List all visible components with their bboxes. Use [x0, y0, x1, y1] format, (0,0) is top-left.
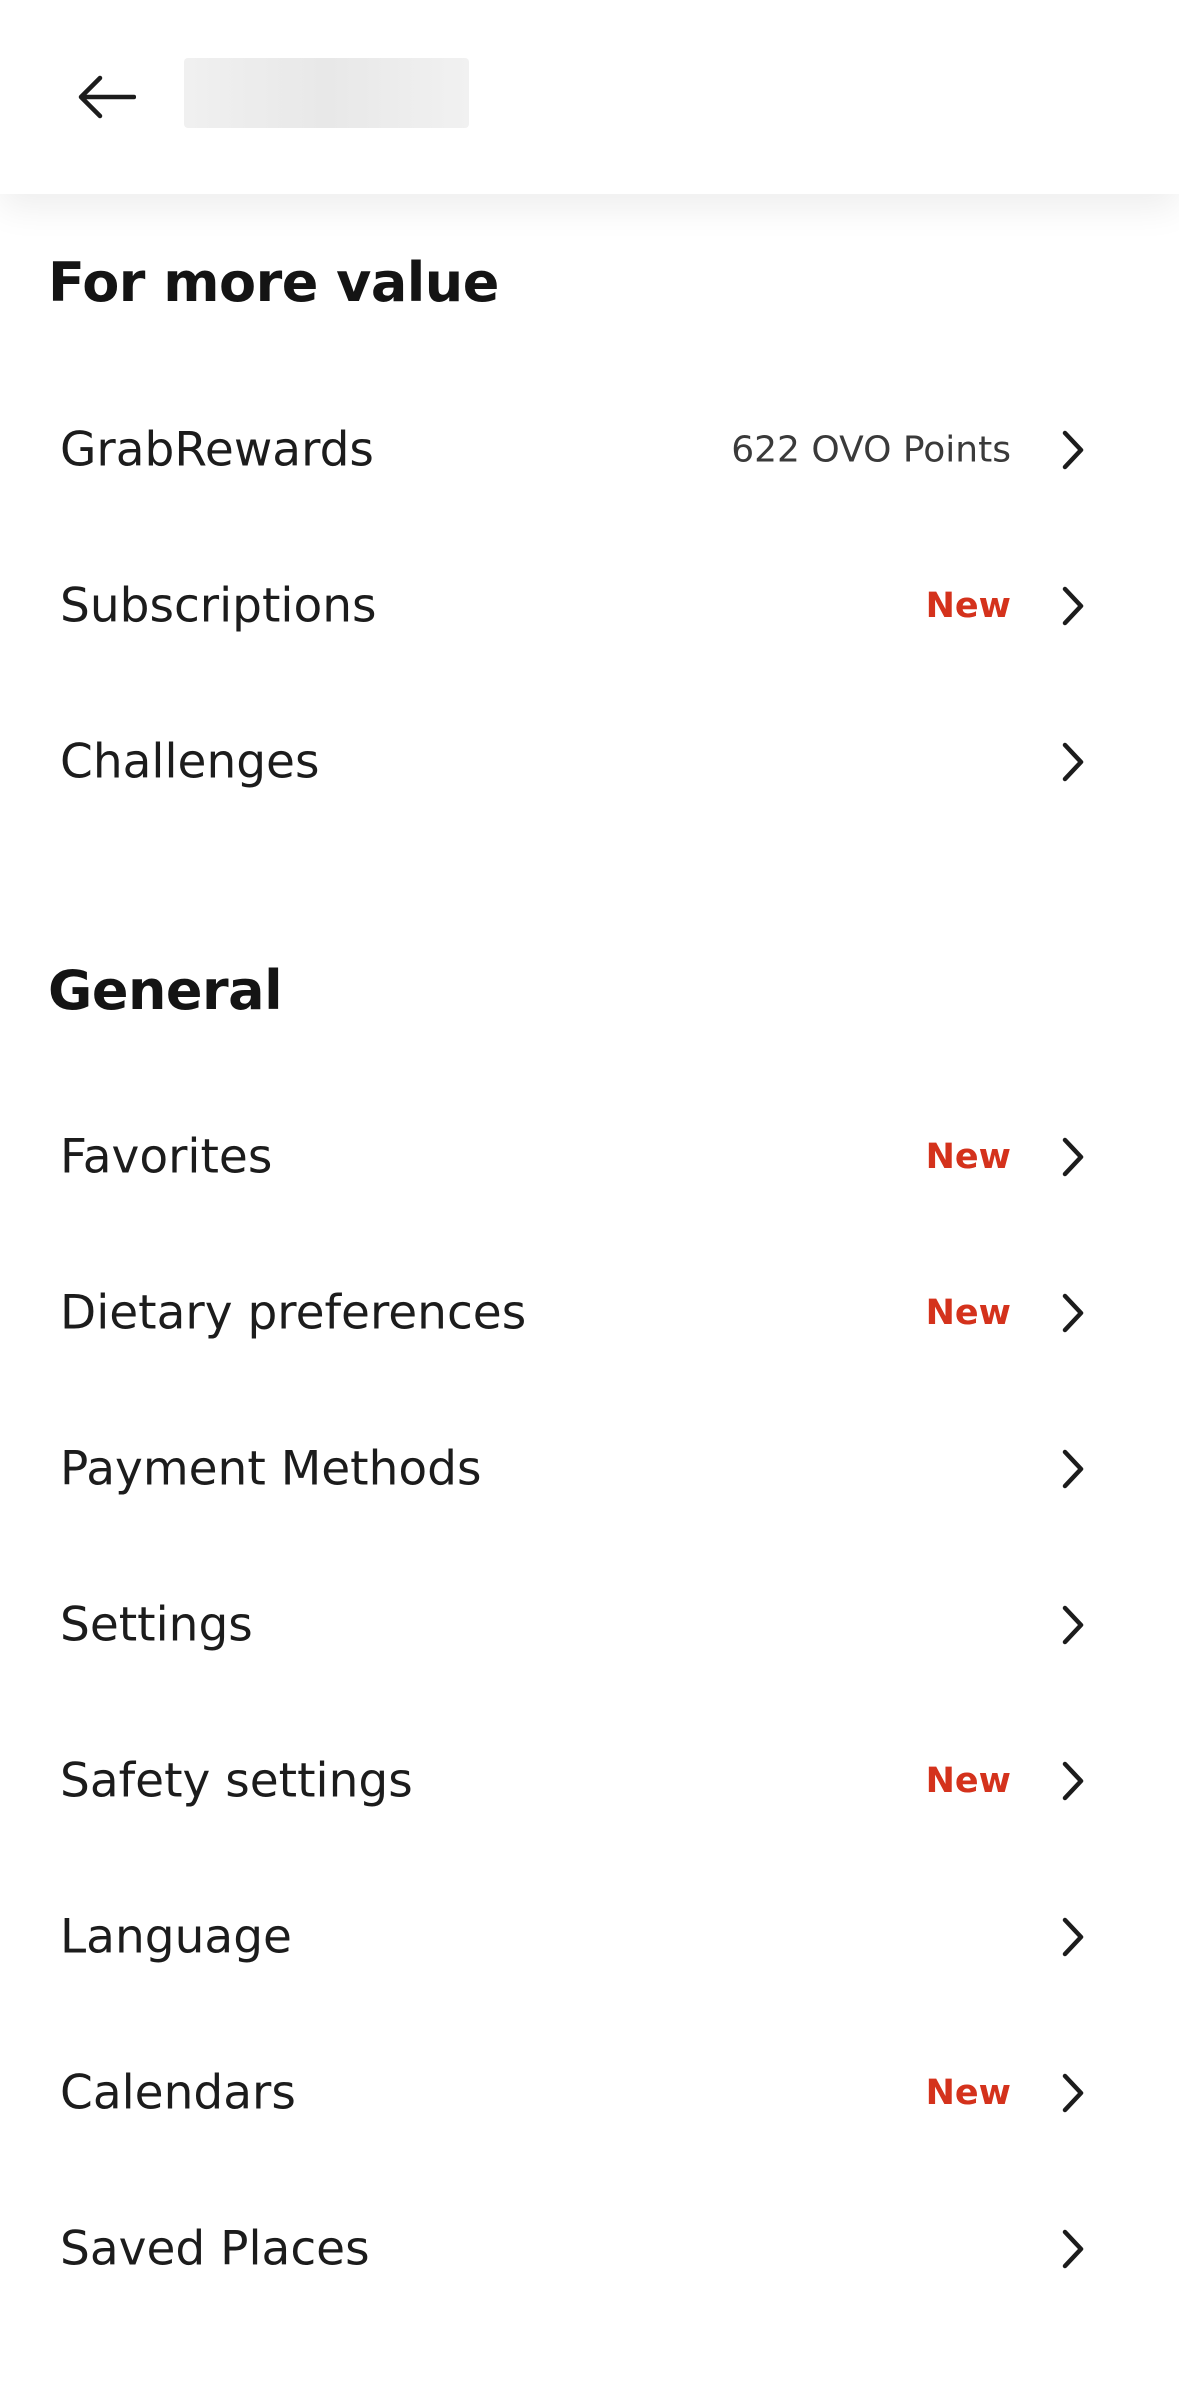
menu-item-calendars[interactable]: Calendars New	[0, 2015, 1179, 2171]
menu-item-saved-places[interactable]: Saved Places	[0, 2171, 1179, 2327]
menu-item-subscriptions[interactable]: Subscriptions New	[0, 528, 1179, 684]
menu-item-label: Subscriptions	[60, 578, 377, 634]
page-title-placeholder	[184, 58, 469, 128]
new-badge: New	[925, 1137, 1011, 1177]
chevron-right-icon	[1053, 1917, 1093, 1957]
menu-item-label: Payment Methods	[60, 1441, 482, 1497]
menu-item-grabrewards[interactable]: GrabRewards 622 OVO Points	[0, 372, 1179, 528]
chevron-right-icon	[1053, 742, 1093, 782]
section-title-general: General	[48, 959, 283, 1022]
menu-item-settings[interactable]: Settings	[0, 1547, 1179, 1703]
menu-item-dietary-preferences[interactable]: Dietary preferences New	[0, 1235, 1179, 1391]
menu-item-payment-methods[interactable]: Payment Methods	[0, 1391, 1179, 1547]
menu-item-safety-settings[interactable]: Safety settings New	[0, 1703, 1179, 1859]
menu-item-label: Calendars	[60, 2065, 296, 2121]
arrow-left-icon	[78, 75, 136, 119]
menu-item-label: Dietary preferences	[60, 1285, 527, 1341]
menu-item-label: GrabRewards	[60, 422, 374, 478]
chevron-right-icon	[1053, 1293, 1093, 1333]
chevron-right-icon	[1053, 430, 1093, 470]
menu-item-label: Challenges	[60, 734, 320, 790]
chevron-right-icon	[1053, 2073, 1093, 2113]
new-badge: New	[925, 2073, 1011, 2113]
menu-item-favorites[interactable]: Favorites New	[0, 1079, 1179, 1235]
menu-item-label: Favorites	[60, 1129, 273, 1185]
back-button[interactable]	[62, 52, 152, 142]
chevron-right-icon	[1053, 1605, 1093, 1645]
menu-item-label: Settings	[60, 1597, 253, 1653]
chevron-right-icon	[1053, 2229, 1093, 2269]
points-balance: 622 OVO Points	[731, 429, 1011, 471]
menu-item-label: Saved Places	[60, 2221, 370, 2277]
new-badge: New	[925, 586, 1011, 626]
menu-item-language[interactable]: Language	[0, 1859, 1179, 2015]
new-badge: New	[925, 1293, 1011, 1333]
section-title-value: For more value	[48, 251, 499, 314]
menu-item-challenges[interactable]: Challenges	[0, 684, 1179, 840]
menu-item-label: Safety settings	[60, 1753, 413, 1809]
chevron-right-icon	[1053, 1449, 1093, 1489]
chevron-right-icon	[1053, 586, 1093, 626]
top-app-bar	[0, 0, 1179, 194]
chevron-right-icon	[1053, 1761, 1093, 1801]
chevron-right-icon	[1053, 1137, 1093, 1177]
new-badge: New	[925, 1761, 1011, 1801]
menu-item-label: Language	[60, 1909, 292, 1965]
